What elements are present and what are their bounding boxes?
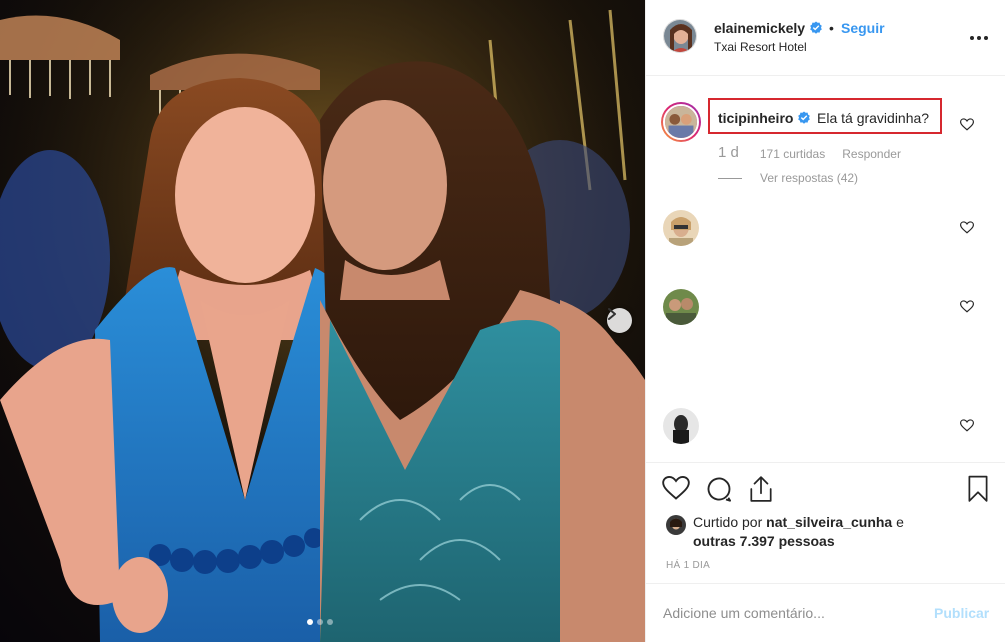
- liked-by-avatar[interactable]: [666, 515, 686, 535]
- comment-likes-count[interactable]: 171 curtidas: [760, 147, 825, 161]
- comment-meta: 1 d 171 curtidas Responder: [718, 144, 901, 161]
- post-photo: [0, 0, 645, 642]
- chevron-right-icon: [608, 308, 616, 320]
- post-timestamp[interactable]: HÁ 1 DIA: [666, 560, 710, 571]
- liked-by-text: Curtido por nat_silveira_cunha e outras …: [693, 514, 904, 549]
- comment-input[interactable]: [663, 603, 923, 623]
- commenter-avatar[interactable]: [663, 289, 699, 325]
- share-icon[interactable]: [748, 475, 774, 503]
- reply-button[interactable]: Responder: [842, 147, 901, 161]
- comment-like-heart-icon[interactable]: [960, 118, 974, 131]
- post-side-panel: elainemickely • Seguir Txai Resort Hotel…: [645, 0, 1005, 642]
- media-pagination-dots: [307, 619, 333, 625]
- photo-illustration: [0, 0, 645, 642]
- comment-like-heart-icon[interactable]: [960, 300, 974, 313]
- heart-icon[interactable]: [662, 475, 690, 501]
- comment-like-heart-icon[interactable]: [960, 221, 974, 234]
- add-comment-bar: Publicar: [646, 583, 1005, 642]
- publish-button[interactable]: Publicar: [934, 605, 989, 621]
- comment-bubble-icon[interactable]: [705, 475, 733, 503]
- comment-username[interactable]: ticipinheiro: [718, 110, 811, 126]
- next-media-button[interactable]: [607, 308, 632, 333]
- commenter-avatar[interactable]: [663, 210, 699, 246]
- liked-by-username[interactable]: nat_silveira_cunha: [766, 514, 892, 530]
- pagination-dot: [317, 619, 323, 625]
- commenter-avatar[interactable]: [661, 102, 701, 142]
- comment-age[interactable]: 1 d: [718, 144, 739, 161]
- view-replies-button[interactable]: Ver respostas (42): [718, 171, 858, 185]
- commenter-avatar[interactable]: [663, 408, 699, 444]
- replies-divider-line: [718, 177, 742, 179]
- post-actions-section: Curtido por nat_silveira_cunha e outras …: [646, 462, 1005, 642]
- likes-others-link[interactable]: outras 7.397 pessoas: [693, 533, 835, 549]
- pagination-dot: [327, 619, 333, 625]
- comment-text: Ela tá gravidinha?: [817, 110, 930, 126]
- pagination-dot-active: [307, 619, 313, 625]
- comment-like-heart-icon[interactable]: [960, 419, 974, 432]
- bookmark-icon[interactable]: [967, 475, 989, 503]
- verified-badge-icon: [798, 111, 811, 124]
